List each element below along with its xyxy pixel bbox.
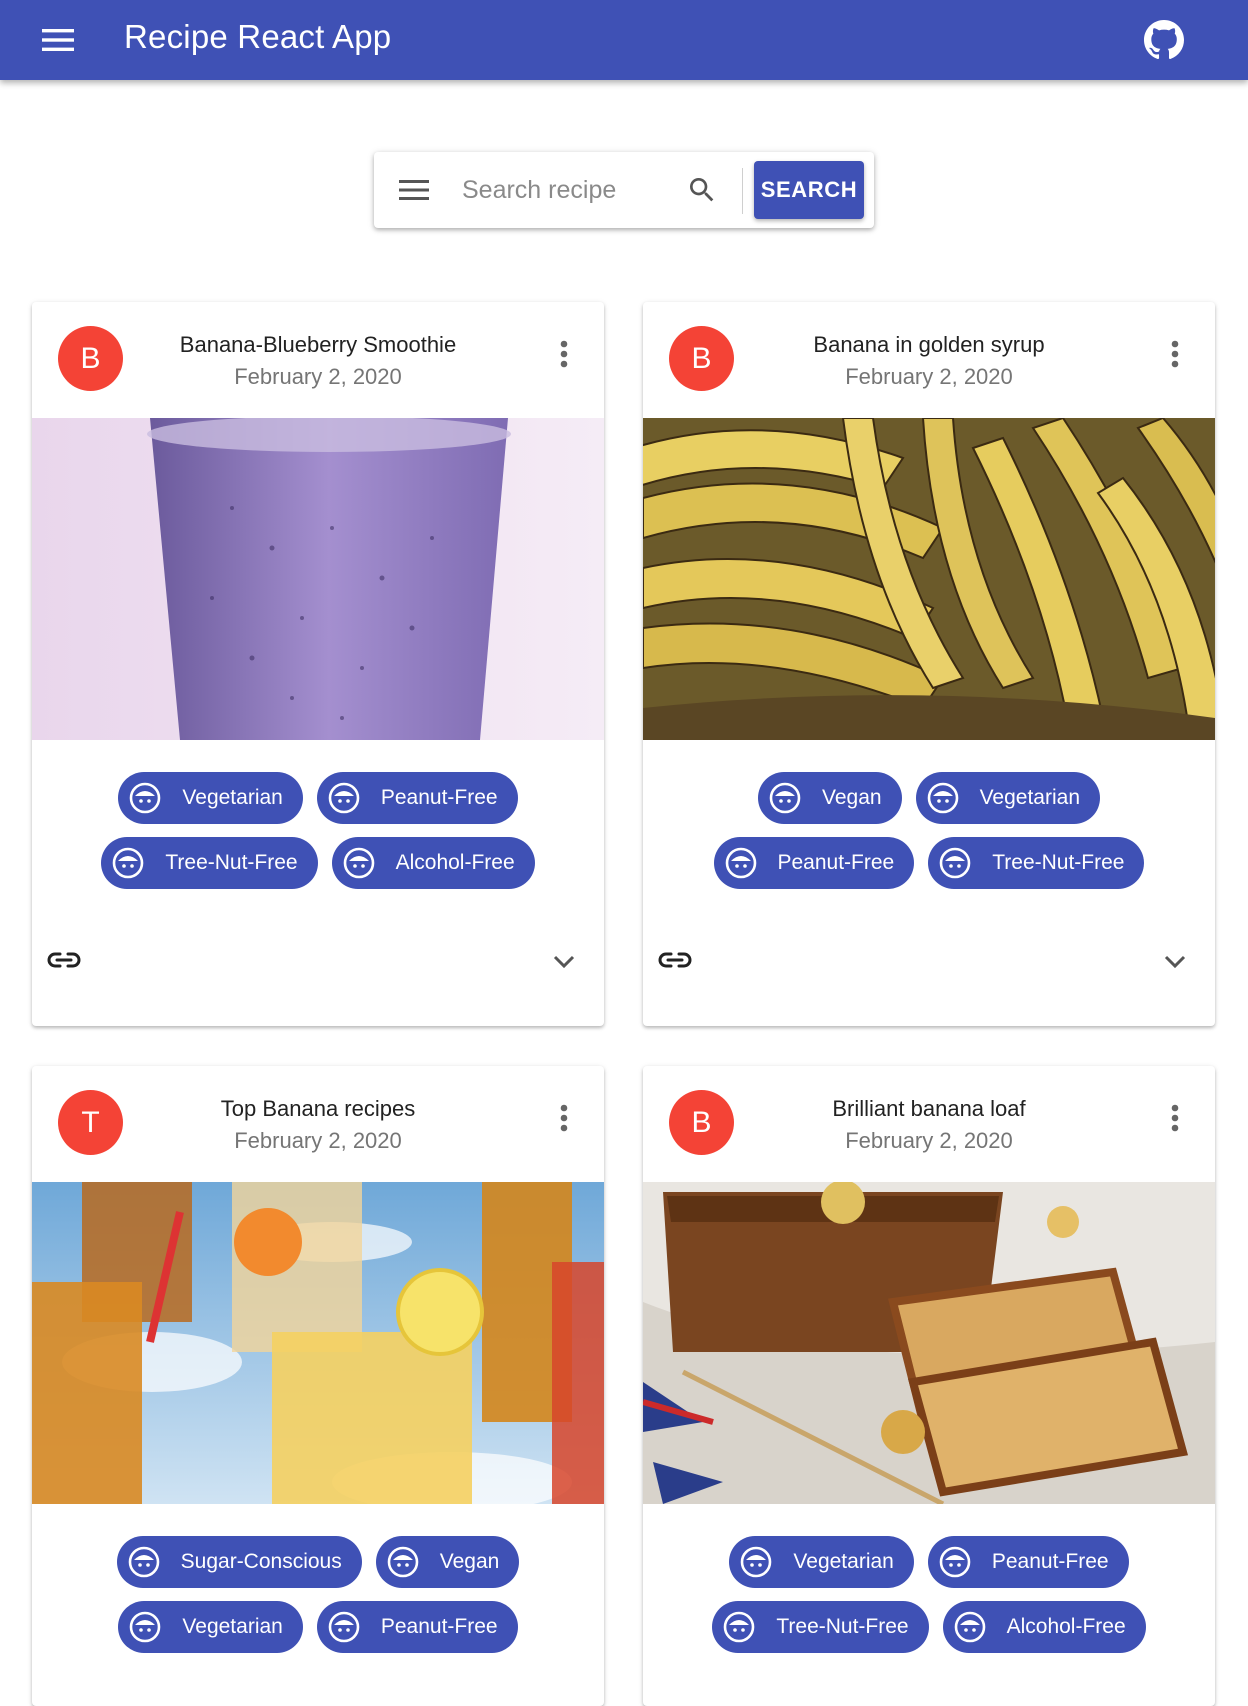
tag-chip[interactable]: Sugar-Conscious: [116, 1536, 362, 1588]
app-bar: Recipe React App: [0, 0, 1248, 80]
face-icon: [386, 1545, 420, 1579]
tag-chip[interactable]: Alcohol-Free: [331, 837, 535, 889]
tag-chip[interactable]: Tree-Nut-Free: [101, 837, 318, 889]
tag-list: Sugar-Conscious Vegan Vegetarian Peanut-…: [72, 1536, 564, 1653]
face-icon: [926, 781, 960, 815]
recipe-image: [643, 1182, 1215, 1504]
face-icon: [342, 846, 376, 880]
more-vert-icon[interactable]: [1155, 1098, 1195, 1138]
tag-label: Vegan: [822, 786, 882, 809]
card-title: Brilliant banana loaf: [832, 1096, 1026, 1121]
tag-label: Alcohol-Free: [1006, 1615, 1126, 1638]
card-date: February 2, 2020: [845, 364, 1013, 389]
tag-list: Vegan Vegetarian Peanut-Free Tree-Nut-Fr…: [683, 772, 1175, 889]
tag-label: Tree-Nut-Free: [992, 851, 1125, 874]
card-date: February 2, 2020: [845, 1128, 1013, 1153]
tag-label: Vegetarian: [979, 786, 1080, 809]
more-vert-icon[interactable]: [544, 334, 584, 374]
tag-list: Vegetarian Peanut-Free Tree-Nut-Free Alc…: [72, 772, 564, 889]
face-icon: [722, 1610, 756, 1644]
tag-chip[interactable]: Alcohol-Free: [942, 1601, 1146, 1653]
search-button[interactable]: SEARCH: [754, 161, 864, 219]
github-icon[interactable]: [1140, 16, 1188, 64]
tag-label: Vegetarian: [182, 786, 283, 809]
face-icon: [739, 1545, 773, 1579]
tag-label: Peanut-Free: [991, 1550, 1109, 1573]
tag-chip[interactable]: Peanut-Free: [316, 772, 518, 824]
tag-label: Vegetarian: [182, 1615, 283, 1638]
expand-more-icon[interactable]: [1155, 942, 1195, 982]
expand-more-icon[interactable]: [544, 942, 584, 982]
tag-chip[interactable]: Vegetarian: [729, 1536, 914, 1588]
search-input[interactable]: [462, 170, 662, 210]
recipe-image: [32, 1182, 604, 1504]
face-icon: [327, 781, 361, 815]
card-date: February 2, 2020: [234, 1128, 402, 1153]
recipe-image: [32, 418, 604, 740]
tag-chip[interactable]: Vegetarian: [915, 772, 1100, 824]
tag-chip[interactable]: Vegan: [758, 772, 902, 824]
tag-label: Tree-Nut-Free: [776, 1615, 909, 1638]
face-icon: [724, 846, 758, 880]
face-icon: [128, 781, 162, 815]
tag-label: Peanut-Free: [380, 1615, 498, 1638]
face-icon: [938, 846, 972, 880]
face-icon: [953, 1610, 987, 1644]
tag-chip[interactable]: Peanut-Free: [713, 837, 915, 889]
recipe-card: T Top Banana recipes February 2, 2020 Su…: [32, 1066, 604, 1706]
link-icon[interactable]: [655, 940, 695, 980]
tag-chip[interactable]: Tree-Nut-Free: [712, 1601, 929, 1653]
tag-label: Peanut-Free: [777, 851, 895, 874]
search-menu-icon[interactable]: [396, 172, 432, 208]
tag-chip[interactable]: Vegetarian: [118, 1601, 303, 1653]
tag-label: Sugar-Conscious: [180, 1550, 342, 1573]
tag-chip[interactable]: Peanut-Free: [316, 1601, 518, 1653]
tag-chip[interactable]: Peanut-Free: [927, 1536, 1129, 1588]
face-icon: [327, 1610, 361, 1644]
search-divider: [742, 168, 743, 214]
card-title: Banana in golden syrup: [813, 332, 1045, 357]
face-icon: [111, 846, 145, 880]
app-title: Recipe React App: [124, 18, 392, 55]
link-icon[interactable]: [44, 940, 84, 980]
recipe-card: B Banana-Blueberry Smoothie February 2, …: [32, 302, 604, 1026]
face-icon: [768, 781, 802, 815]
search-bar: SEARCH: [374, 152, 874, 228]
face-icon: [938, 1545, 972, 1579]
face-icon: [128, 1610, 162, 1644]
menu-icon[interactable]: [38, 22, 78, 58]
tag-list: Vegetarian Peanut-Free Tree-Nut-Free Alc…: [683, 1536, 1175, 1653]
face-icon: [127, 1545, 161, 1579]
tag-label: Alcohol-Free: [395, 851, 515, 874]
tag-label: Tree-Nut-Free: [165, 851, 298, 874]
card-title: Top Banana recipes: [220, 1096, 416, 1121]
card-date: February 2, 2020: [234, 364, 402, 389]
tag-chip[interactable]: Tree-Nut-Free: [928, 837, 1145, 889]
tag-label: Vegetarian: [793, 1550, 894, 1573]
more-vert-icon[interactable]: [1155, 334, 1195, 374]
tag-label: Peanut-Free: [380, 786, 498, 809]
more-vert-icon[interactable]: [544, 1098, 584, 1138]
tag-chip[interactable]: Vegetarian: [118, 772, 303, 824]
tag-label: Vegan: [439, 1550, 500, 1573]
card-title: Banana-Blueberry Smoothie: [179, 332, 457, 357]
recipe-card: B Brilliant banana loaf February 2, 2020…: [643, 1066, 1215, 1706]
recipe-image: [643, 418, 1215, 740]
recipe-card: B Banana in golden syrup February 2, 202…: [643, 302, 1215, 1026]
tag-chip[interactable]: Vegan: [375, 1536, 520, 1588]
search-icon[interactable]: [682, 170, 722, 210]
